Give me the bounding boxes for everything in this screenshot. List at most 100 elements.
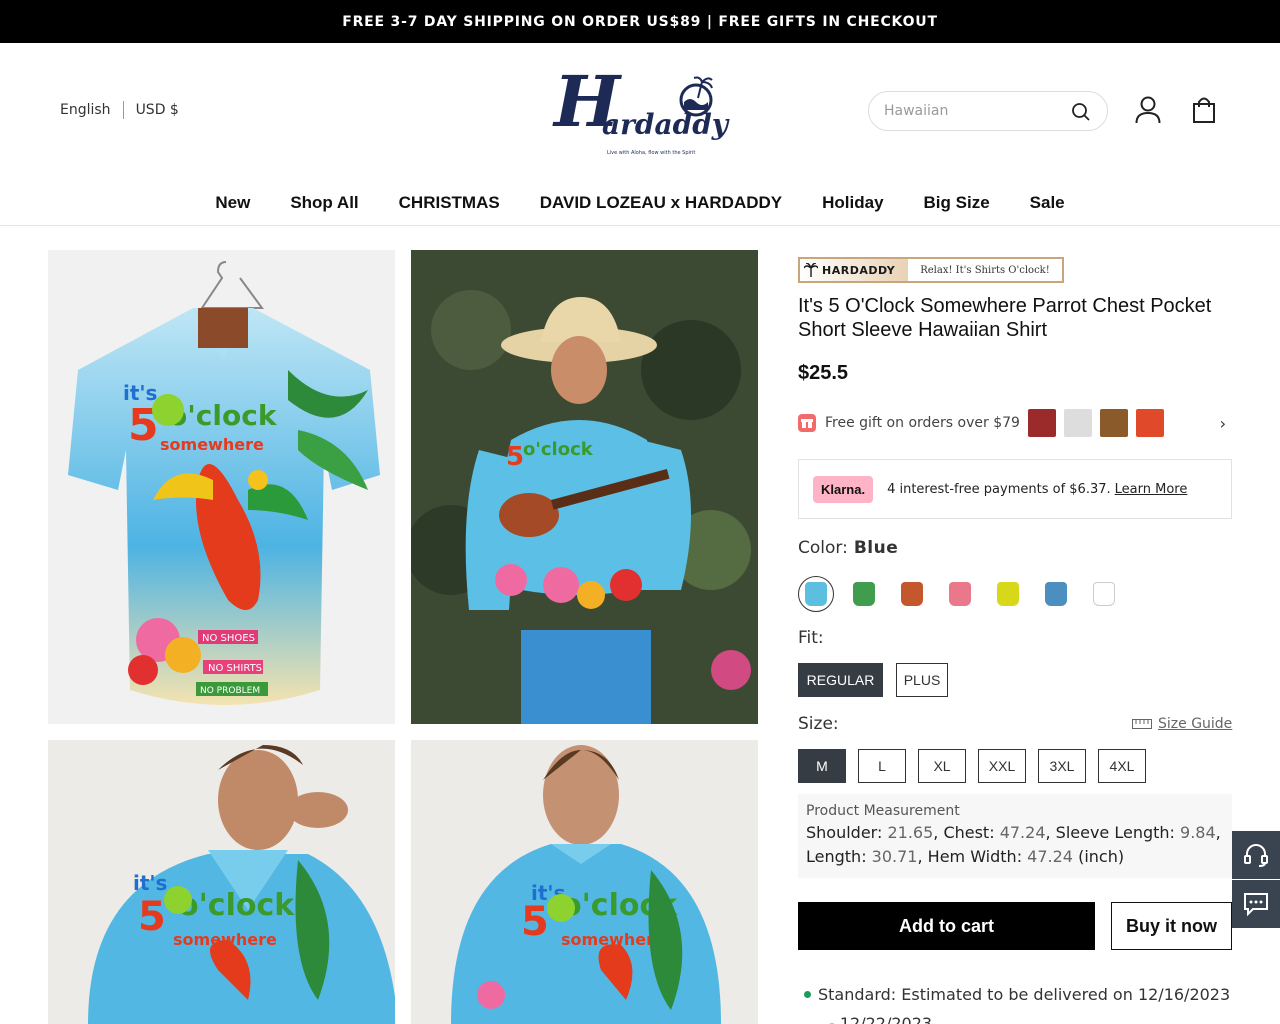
- sleeve-label: Sleeve Length:: [1055, 823, 1175, 842]
- chest-label: Chest:: [943, 823, 995, 842]
- color-swatches: [798, 576, 1134, 612]
- color-swatch-pink[interactable]: [942, 576, 978, 612]
- svg-text:somewhere: somewhere: [160, 435, 264, 454]
- logo-tagline: Live with Aloha, flow with the Spirit: [607, 150, 696, 156]
- model-ukulele-illustration: 5 o'clock: [411, 250, 758, 724]
- shoulder-label: Shoulder:: [806, 823, 883, 842]
- size-l-button[interactable]: L: [858, 749, 906, 783]
- buy-now-button[interactable]: Buy it now: [1111, 902, 1232, 950]
- color-label-row: Color: Blue: [798, 538, 898, 558]
- cart-icon[interactable]: [1192, 96, 1216, 124]
- gift-thumb: [1099, 409, 1128, 437]
- ruler-icon: [1132, 719, 1152, 729]
- fit-plus-button[interactable]: PLUS: [896, 663, 948, 697]
- measurement-title: Product Measurement: [806, 803, 960, 819]
- svg-text:it's: it's: [133, 871, 167, 895]
- shipping-estimate-text: Standard: Estimated to be delivered on 1…: [818, 985, 1231, 1004]
- divider: [122, 101, 124, 119]
- currency-selector[interactable]: USD $: [136, 102, 179, 118]
- measurement-unit: (inch): [1078, 847, 1125, 866]
- logo-emblem-icon: [679, 76, 713, 117]
- product-image-flat[interactable]: 5 o'clock somewhere it's NO SHOES NO SHI…: [48, 250, 395, 724]
- product-image-model-front[interactable]: 5 o'clock somewhere it's: [48, 740, 395, 1024]
- color-swatch-orange[interactable]: [894, 576, 930, 612]
- chest-value: 47.24: [999, 823, 1046, 842]
- shoulder-value: 21.65: [887, 823, 934, 842]
- shirt-flat-illustration: 5 o'clock somewhere it's NO SHOES NO SHI…: [68, 261, 380, 705]
- svg-text:NO SHOES: NO SHOES: [202, 633, 255, 644]
- announcement-bar: FREE 3-7 DAY SHIPPING ON ORDER US$89 | F…: [0, 0, 1280, 43]
- main-nav: New Shop All CHRISTMAS DAVID LOZEAU x HA…: [0, 181, 1280, 226]
- nav-item-david-lozeau[interactable]: DAVID LOZEAU x HARDADDY: [540, 181, 782, 225]
- selected-color: Blue: [853, 538, 899, 558]
- product-image-model-back[interactable]: 5 o'clock somewhere it's: [411, 740, 758, 1024]
- klarna-banner: Klarna. 4 interest-free payments of $6.3…: [798, 459, 1232, 519]
- nav-item-holiday[interactable]: Holiday: [822, 181, 883, 225]
- color-swatch-white[interactable]: [1086, 576, 1122, 612]
- chevron-right-icon[interactable]: ›: [1220, 414, 1226, 433]
- brand-banner-left: HARDADDY: [800, 259, 908, 281]
- product-image-model-ukulele[interactable]: 5 o'clock: [411, 250, 758, 724]
- free-gift-banner[interactable]: Free gift on orders over $79 ›: [798, 406, 1232, 440]
- site-logo[interactable]: H ardaddy Live with Aloha, flow with the…: [552, 60, 728, 160]
- add-to-cart-button[interactable]: Add to cart: [798, 902, 1095, 950]
- announcement-text: FREE 3-7 DAY SHIPPING ON ORDER US$89 | F…: [342, 13, 938, 30]
- chat-button[interactable]: [1232, 880, 1280, 928]
- nav-item-big-size[interactable]: Big Size: [924, 181, 990, 225]
- svg-text:it's: it's: [123, 381, 157, 405]
- size-xl-button[interactable]: XL: [918, 749, 966, 783]
- search-icon[interactable]: [1071, 102, 1091, 122]
- search-input[interactable]: [884, 103, 1064, 119]
- gift-thumb: [1027, 409, 1056, 437]
- search-box: [868, 91, 1108, 131]
- klarna-text: 4 interest-free payments of $6.37.: [887, 481, 1111, 497]
- length-label: Length:: [806, 847, 867, 866]
- model-front-illustration: 5 o'clock somewhere it's: [48, 740, 395, 1024]
- length-value: 30.71: [871, 847, 918, 866]
- nav-item-christmas[interactable]: CHRISTMAS: [399, 181, 500, 225]
- svg-text:o'clock: o'clock: [523, 439, 594, 460]
- size-4xl-button[interactable]: 4XL: [1098, 749, 1146, 783]
- product-measurement: Product Measurement Shoulder: 21.65, Che…: [798, 794, 1232, 878]
- svg-text:5: 5: [506, 442, 524, 472]
- size-guide-link[interactable]: Size Guide: [1132, 716, 1232, 732]
- svg-text:NO SHIRTS: NO SHIRTS: [208, 663, 262, 674]
- palm-tree-icon: [804, 263, 818, 277]
- free-gift-text: Free gift on orders over $79: [825, 415, 1020, 431]
- account-icon[interactable]: [1135, 96, 1161, 124]
- brand-banner-slogan: Relax! It's Shirts O'clock!: [920, 264, 1050, 276]
- color-swatch-yellow[interactable]: [990, 576, 1026, 612]
- model-back-illustration: 5 o'clock somewhere it's: [411, 740, 758, 1024]
- brand-banner: HARDADDY Relax! It's Shirts O'clock!: [798, 257, 1064, 283]
- color-label: Color:: [798, 538, 848, 558]
- customer-service-button[interactable]: [1232, 831, 1280, 879]
- language-selector[interactable]: English: [60, 102, 111, 118]
- size-label: Size:: [798, 714, 839, 734]
- nav-item-new[interactable]: New: [215, 181, 250, 225]
- klarna-learn-more-link[interactable]: Learn More: [1115, 482, 1188, 497]
- nav-item-shop-all[interactable]: Shop All: [290, 181, 358, 225]
- svg-text:5: 5: [138, 894, 166, 940]
- size-xxl-button[interactable]: XXL: [978, 749, 1026, 783]
- svg-text:o'clock: o'clock: [178, 888, 295, 923]
- svg-text:5: 5: [521, 899, 549, 945]
- nav-item-sale[interactable]: Sale: [1030, 181, 1065, 225]
- hem-label: Hem Width:: [927, 847, 1023, 866]
- color-swatch-blue[interactable]: [798, 576, 834, 612]
- gift-thumb: [1063, 409, 1092, 437]
- size-guide-text: Size Guide: [1158, 716, 1233, 732]
- hem-value: 47.24: [1027, 847, 1073, 866]
- svg-text:NO PROBLEM: NO PROBLEM: [200, 686, 260, 696]
- product-title: It's 5 O'Clock Somewhere Parrot Chest Po…: [798, 295, 1212, 341]
- headset-icon: [1244, 844, 1268, 867]
- shipping-estimate-end: - 12/22/2023: [829, 1014, 933, 1024]
- size-3xl-button[interactable]: 3XL: [1038, 749, 1086, 783]
- gift-thumb: [1135, 409, 1164, 437]
- fit-label: Fit:: [798, 628, 824, 648]
- color-swatch-green[interactable]: [846, 576, 882, 612]
- size-m-button[interactable]: M: [798, 749, 846, 783]
- color-swatch-sky[interactable]: [1038, 576, 1074, 612]
- product-price: $25.5: [798, 362, 849, 384]
- klarna-logo: Klarna.: [813, 475, 874, 503]
- fit-regular-button[interactable]: REGULAR: [798, 663, 883, 697]
